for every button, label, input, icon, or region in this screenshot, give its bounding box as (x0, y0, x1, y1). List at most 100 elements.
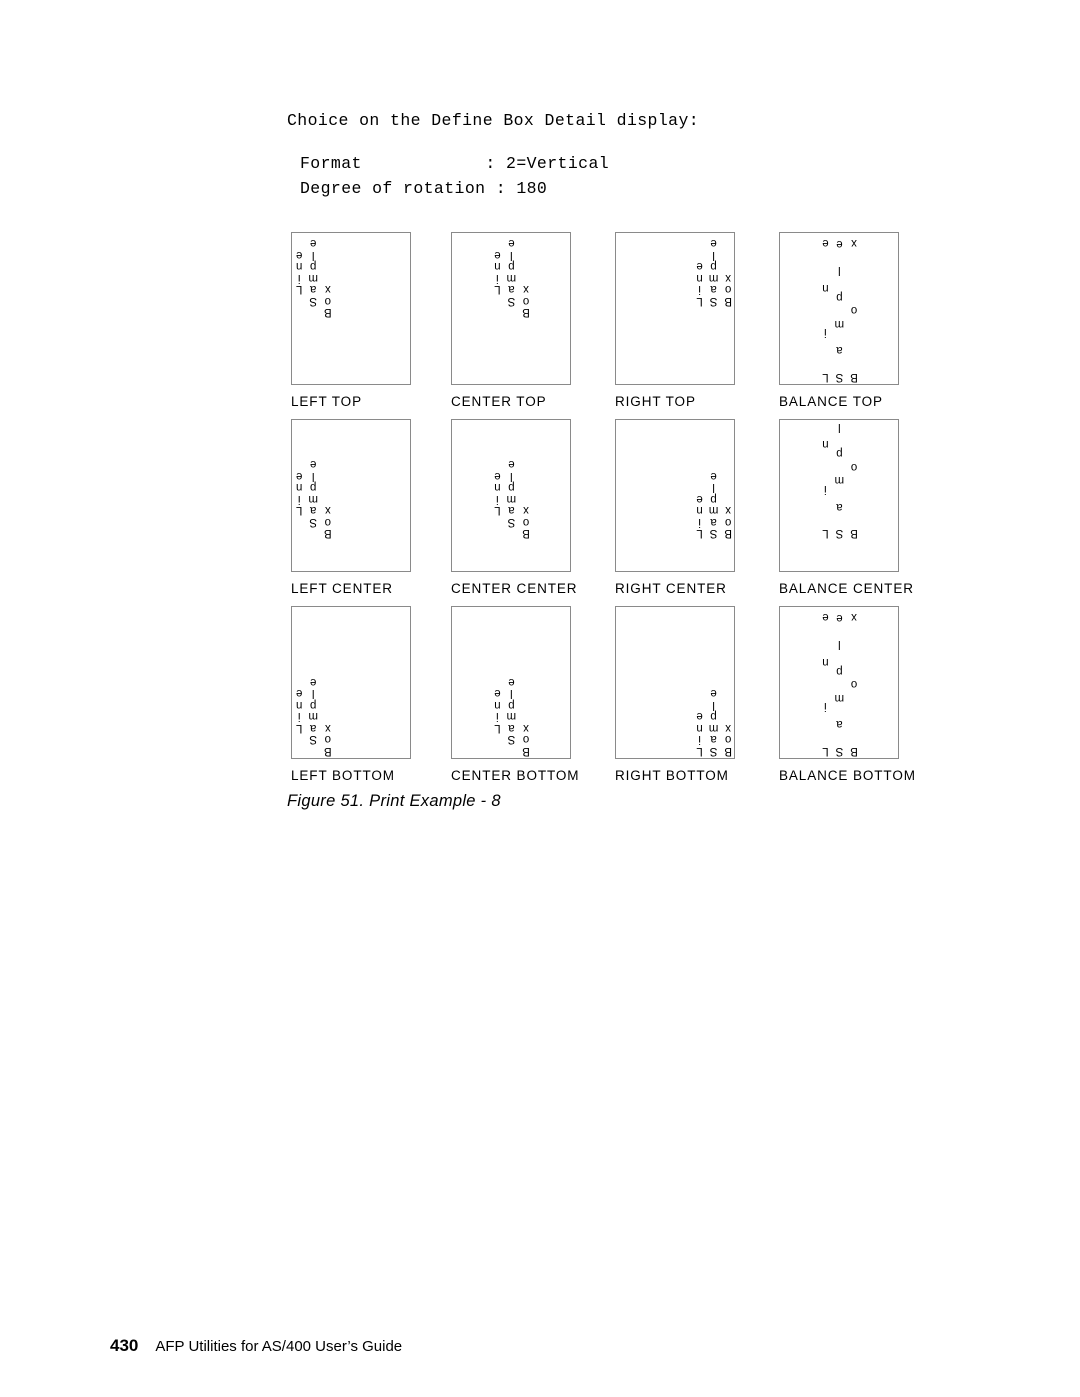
text-char: m (308, 272, 318, 284)
text-char: i (297, 710, 301, 723)
vertical-text-column: Sample (507, 458, 517, 539)
text-char: l (712, 481, 715, 494)
text-char: o (522, 516, 530, 528)
text-char: i (496, 493, 499, 505)
vertical-text-column: Box (324, 676, 332, 757)
text-char: a (710, 516, 717, 528)
figure-cell: Bo x Sa m p l e Li n e RIGHT CENTER (615, 419, 737, 596)
print-page-box: BoxSampleLine (451, 606, 571, 759)
text-char: L (296, 722, 303, 734)
footer-book-title: AFP Utilities for AS/400 User’s Guide (155, 1338, 403, 1355)
text-char: n (696, 504, 703, 517)
text-char: B (850, 527, 858, 540)
text-char: a (710, 283, 717, 296)
text-char: m (506, 272, 517, 284)
text-char: x (523, 283, 529, 296)
vertical-text-group: BoxSampleLine (296, 237, 332, 319)
text-char: n (822, 656, 829, 668)
text-char: B (724, 527, 732, 540)
print-position-label: BALANCE BOTTOM (779, 768, 916, 783)
figure-cell: Bo x Sa m p l e Li n e CENTER BOTTOM (451, 606, 580, 783)
text-char: L (696, 295, 703, 307)
text-char: L (494, 504, 501, 517)
text-char: a (836, 500, 843, 513)
text-char: m (506, 493, 517, 505)
vertical-text-column: Line (296, 458, 302, 539)
text-char: e (296, 470, 303, 482)
vertical-text-group: BoxSampleLine (696, 470, 732, 540)
text-char: o (324, 733, 332, 746)
vertical-text-column: Line (822, 611, 829, 758)
text-char: S (709, 527, 718, 540)
text-char: o (724, 733, 732, 746)
text-char: L (696, 745, 703, 757)
vertical-text-column: Line (494, 237, 500, 318)
text-char: n (696, 722, 703, 734)
text-char: i (496, 272, 499, 284)
vertical-text-column: Box (850, 237, 858, 384)
vertical-text-group: Box Sample Line (696, 687, 732, 758)
vertical-text-column: Sample (507, 676, 517, 757)
vertical-text-group: BoxSampleLine (822, 611, 858, 758)
text-char: e (508, 458, 515, 471)
display-choice-block: Choice on the Define Box Detail display:… (287, 108, 987, 201)
text-char: i (698, 283, 701, 296)
text-char: l (838, 264, 841, 277)
rotated-text-layer: BoxSampleLine (292, 233, 410, 384)
print-page-box: BoxSampleLine (615, 232, 735, 385)
text-char: a (508, 504, 515, 517)
text-char: x (725, 504, 732, 517)
text-char: l (510, 687, 513, 700)
text-char: l (311, 470, 315, 482)
print-position-label: RIGHT BOTTOM (615, 768, 729, 783)
vertical-text-column: Sample (308, 237, 318, 318)
figure-cell: Bo x Sa m p l e Li n e LEFT BOTTOM (291, 606, 413, 783)
vertical-text-column: Box (522, 458, 530, 540)
text-char: x (725, 272, 732, 284)
text-char: B (850, 371, 858, 383)
figure-row: Bo x Sa m p l e Li n e LEFT CENTER Bo x Sa m p l e Li n e CEN… (291, 419, 913, 606)
text-char: L (296, 504, 303, 517)
vertical-text-column: Line (494, 458, 500, 539)
rotated-text-layer: Box Sample Line (452, 420, 570, 571)
print-position-label: LEFT BOTTOM (291, 768, 395, 783)
text-char: B (850, 745, 858, 757)
text-char: L (494, 283, 501, 296)
text-char: p (310, 481, 317, 494)
text-char: e (710, 687, 717, 700)
print-page-box: Box Sample Line (451, 419, 571, 572)
text-char: S (507, 295, 516, 307)
text-char: e (494, 687, 501, 700)
text-char: S (309, 295, 318, 307)
text-char: a (310, 283, 317, 296)
vertical-text-column: Box (324, 458, 332, 540)
text-char: S (835, 371, 844, 383)
text-char: x (324, 283, 331, 296)
text-char: B (724, 295, 732, 307)
text-char: B (324, 745, 332, 757)
text-char: e (310, 458, 317, 471)
vertical-text-column: Box (850, 420, 858, 540)
text-char: L (494, 722, 501, 734)
print-position-label: CENTER BOTTOM (451, 768, 580, 783)
vertical-text-column: Box (522, 676, 530, 757)
text-char: e (296, 249, 303, 261)
vertical-text-column: Sample (708, 687, 719, 758)
text-char: m (708, 722, 719, 734)
text-char: e (310, 237, 317, 250)
text-char: e (696, 260, 703, 273)
text-char: n (296, 260, 303, 273)
text-char: m (308, 710, 318, 723)
text-char: i (824, 326, 827, 339)
text-char: a (836, 344, 843, 357)
text-char: m (708, 504, 719, 517)
vertical-text-column: Sample (835, 611, 845, 757)
vertical-text-group: BoxSampleLine (822, 420, 858, 540)
text-char: o (724, 516, 732, 528)
text-char: x (324, 504, 331, 517)
vertical-text-column: Line (696, 687, 703, 758)
vertical-text-column: Box (724, 687, 732, 757)
text-char: p (710, 710, 717, 723)
figure-cell: Bo x Sa m p l e Li n e RIGHT TOP (615, 232, 737, 409)
text-char: i (297, 272, 301, 284)
